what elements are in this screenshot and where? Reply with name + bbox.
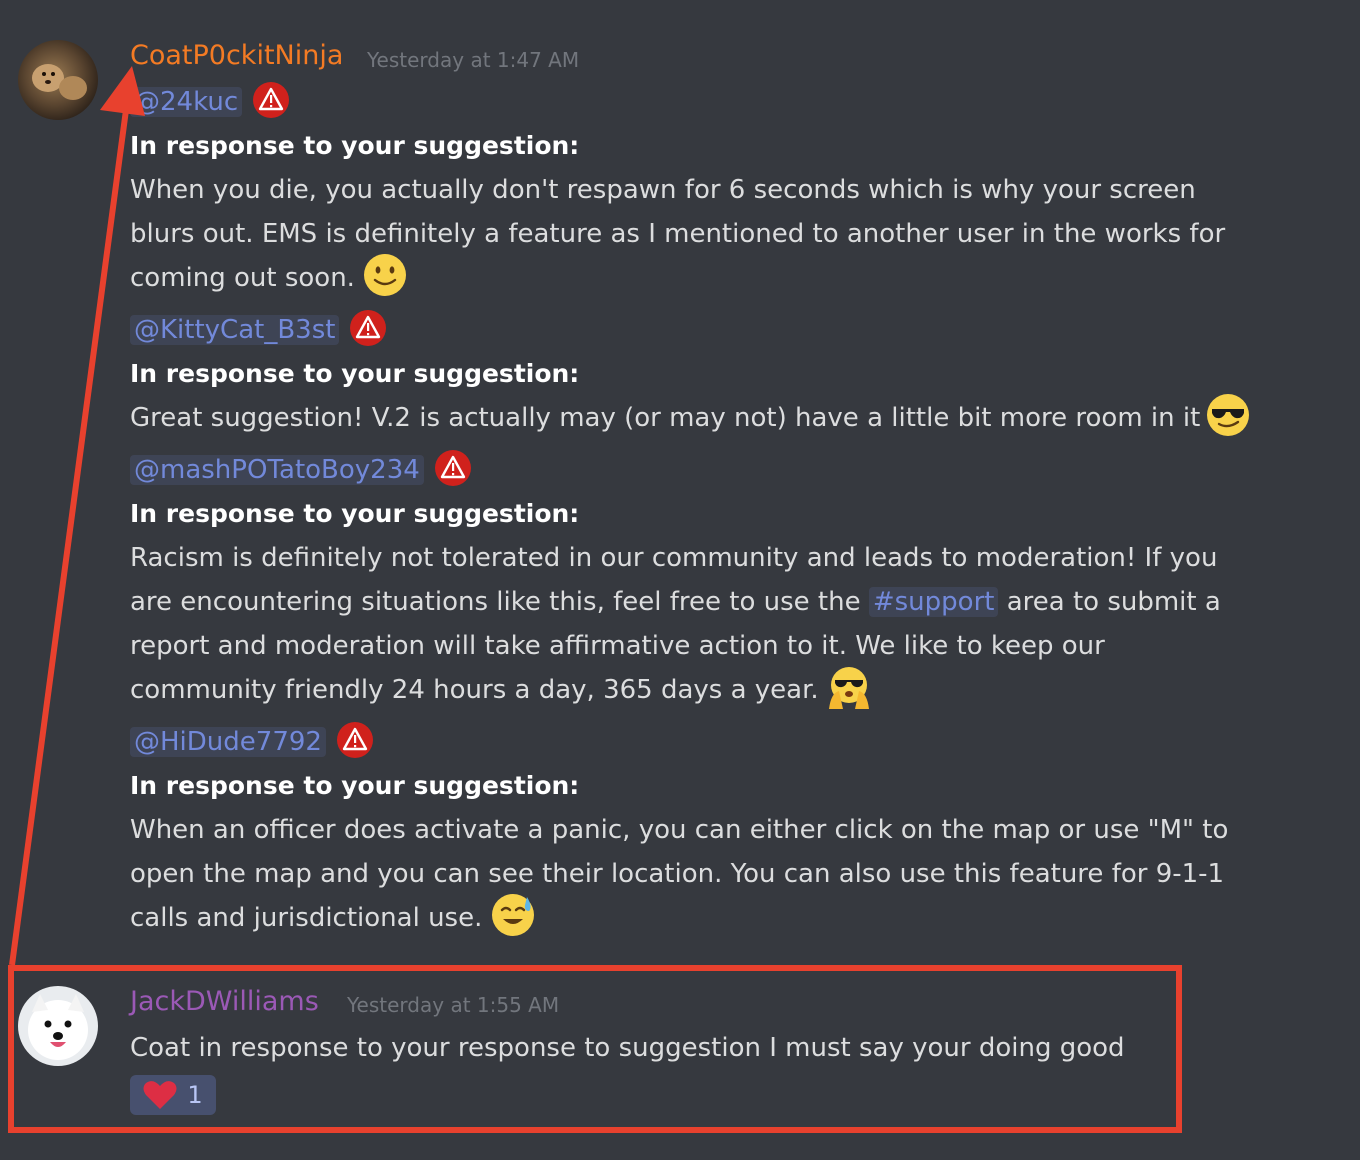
message-text-line: Coat in response to your response to sug…: [130, 1033, 1125, 1063]
message-text-line: Racism is definitely not tolerated in ou…: [130, 543, 1218, 573]
heart-icon: [143, 1080, 177, 1110]
user-mention[interactable]: @mashPOTatoBoy234: [130, 455, 424, 485]
message-text-line-with-emoji: coming out soon.: [130, 253, 407, 301]
warning-icon: [434, 449, 472, 487]
timestamp: Yesterday at 1:47 AM: [367, 48, 580, 72]
message-text-line: blurs out. EMS is definitely a feature a…: [130, 219, 1226, 249]
message-text-line: open the map and you can see their locat…: [130, 859, 1225, 889]
message-text-line: When an officer does activate a panic, y…: [130, 815, 1229, 845]
user-mention[interactable]: @24kuc: [130, 87, 243, 117]
mention-line: @mashPOTatoBoy234: [130, 448, 472, 492]
message-text: community friendly 24 hours a day, 365 d…: [130, 675, 819, 705]
message-text: area to submit a: [1006, 587, 1221, 617]
response-heading: In response to your suggestion:: [130, 131, 580, 160]
username-coatp0ckitninja[interactable]: CoatP0ckitNinja: [130, 40, 343, 71]
response-heading: In response to your suggestion:: [130, 771, 580, 800]
message-text-line-with-emoji: calls and jurisdictional use.: [130, 893, 535, 941]
warning-icon: [336, 721, 374, 759]
reaction-count: 1: [187, 1081, 203, 1109]
slightly-smiling-face-icon: [363, 253, 407, 297]
mention-line: @HiDude7792: [130, 720, 374, 764]
sunglasses-hands-face-icon: [827, 665, 871, 709]
sweat-smile-face-icon: [491, 893, 535, 937]
response-heading: In response to your suggestion:: [130, 359, 580, 388]
white-dog-avatar-icon: [18, 986, 98, 1066]
message-text: are encountering situations like this, f…: [130, 587, 861, 617]
message-text-line: report and moderation will take affirmat…: [130, 631, 1105, 661]
user-mention[interactable]: @HiDude7792: [130, 727, 326, 757]
warning-icon: [252, 81, 290, 119]
channel-link-support[interactable]: #support: [868, 587, 999, 617]
message-text-line-with-emoji: Great suggestion! V.2 is actually may (o…: [130, 393, 1250, 441]
reaction-heart[interactable]: 1: [130, 1075, 216, 1115]
message-text-line-with-emoji: community friendly 24 hours a day, 365 d…: [130, 665, 871, 713]
message-text: coming out soon.: [130, 263, 355, 293]
avatar-jackdwilliams[interactable]: [18, 986, 98, 1066]
message-text-line-with-channel: are encountering situations like this, f…: [130, 580, 1221, 624]
message-text-line: When you die, you actually don't respawn…: [130, 175, 1196, 205]
response-heading: In response to your suggestion:: [130, 499, 580, 528]
timestamp: Yesterday at 1:55 AM: [347, 993, 560, 1017]
mention-line: @24kuc: [130, 80, 290, 124]
avatar-coatp0ckitninja[interactable]: [18, 40, 98, 120]
smirking-sunglasses-face-icon: [1206, 393, 1250, 437]
message-text: calls and jurisdictional use.: [130, 903, 483, 933]
username-jackdwilliams[interactable]: JackDWilliams: [130, 986, 319, 1017]
mention-line: @KittyCat_B3st: [130, 308, 387, 352]
dog-photo-avatar-icon: [18, 40, 98, 120]
warning-icon: [349, 309, 387, 347]
user-mention[interactable]: @KittyCat_B3st: [130, 315, 340, 345]
message-text: Great suggestion! V.2 is actually may (o…: [130, 403, 1201, 433]
